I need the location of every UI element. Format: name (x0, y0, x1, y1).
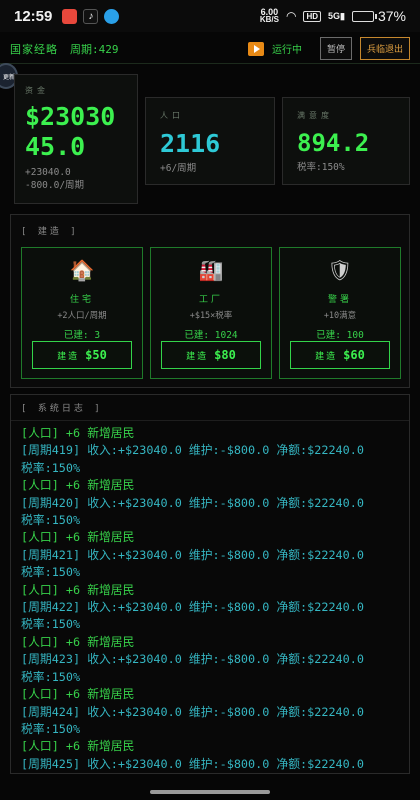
log-entry: [周期419] 收入:+$23040.0 维护:-$800.0 净额:$2224… (21, 443, 364, 458)
log-entry: 税率:150% (21, 721, 81, 736)
building-name: 警署 (327, 295, 352, 305)
population-label: 人口 (160, 111, 184, 120)
telegram-icon (104, 8, 120, 24)
population-value: 2116 (160, 129, 221, 158)
build-panel: [ 建造 ] 🏠 住宅 +2人口/周期 已建: 3 建造 $50 🏭 工厂 +$1… (10, 214, 410, 388)
log-entry: [周期423] 收入:+$23040.0 维护:-$800.0 净额:$2224… (21, 652, 364, 667)
building-count: 已建: 1024 (184, 330, 238, 341)
notification-icons: ♪ (62, 8, 120, 24)
status-bar: 12:59 ♪ 6.00 KB/S ◠ HD 5G▮ 37% (0, 0, 420, 32)
battery-icon (351, 10, 377, 22)
building-name: 住宅 (69, 295, 94, 305)
log-entry: [周期424] 收入:+$23040.0 维护:-$800.0 净额:$2224… (21, 704, 364, 719)
build-factory-button[interactable]: 建造 $80 (161, 341, 261, 369)
log-entry: [周期421] 收入:+$23040.0 维护:-$800.0 净额:$2224… (21, 547, 364, 562)
log-entry: 税率:150% (21, 669, 81, 684)
log-list: [人口] +6 新增居民 [周期419] 收入:+$23040.0 维护:-$80… (11, 421, 409, 774)
play-icon[interactable] (247, 41, 264, 56)
building-effect: +$15×税率 (189, 311, 233, 321)
battery-indicator: 37% (351, 8, 406, 24)
network-speed: 6.00 KB/S (259, 7, 279, 24)
build-header: [ 建造 ] (21, 227, 79, 237)
log-entry: 税率:150% (21, 773, 399, 774)
building-effect: +2人口/周期 (57, 311, 107, 321)
game-header: 国家经略 周期:429 运行中 暂停 兵临退出 (0, 34, 420, 64)
build-card-house: 🏠 住宅 +2人口/周期 已建: 3 建造 $50 (21, 247, 143, 379)
log-entry: [人口] +6 新增居民 (21, 582, 135, 597)
tax-rate: 税率:150% (297, 162, 345, 173)
build-card-police: 🛡 警署 +10满意 已建: 100 建造 $60 (279, 247, 401, 379)
factory-icon: 🏭 (198, 258, 224, 282)
building-effect: +10满意 (323, 311, 357, 321)
notification-app-icon (62, 8, 78, 24)
funds-value: $23030 45.0 (25, 102, 116, 161)
population-card: 人口 2116 +6/周期 (145, 97, 275, 185)
building-count: 已建: 100 (316, 330, 364, 341)
funds-income: +23040.0 (25, 167, 71, 178)
log-entry: [人口] +6 新增居民 (21, 530, 135, 545)
log-header: [ 系统日志 ] (11, 395, 409, 421)
building-name: 工厂 (198, 295, 223, 305)
satisfaction-value: 894.2 (297, 129, 370, 157)
cashout-button[interactable]: 兵临退出 (359, 37, 410, 60)
log-entry: [人口] +6 新增居民 (21, 739, 135, 754)
shield-icon: 🛡 (327, 258, 353, 282)
build-police-button[interactable]: 建造 $60 (290, 341, 390, 369)
log-entry: [周期425] 收入:+$23040.0 维护:-$800.0 净额:$2224… (21, 756, 364, 771)
build-house-button[interactable]: 建造 $50 (32, 341, 132, 369)
log-entry: 税率:150% (21, 513, 81, 528)
log-entry: [人口] +6 新增居民 (21, 426, 135, 440)
log-entry: [周期420] 收入:+$23040.0 维护:-$800.0 净额:$2224… (21, 495, 364, 510)
hd-badge: HD (303, 10, 321, 22)
wifi-icon: ◠ (285, 9, 297, 23)
game-title: 国家经略 (10, 42, 58, 56)
log-entry: [周期422] 收入:+$23040.0 维护:-$800.0 净额:$2224… (21, 600, 364, 615)
pause-button[interactable]: 暂停 (319, 37, 352, 60)
signal-icon: 5G▮ (328, 10, 345, 21)
building-count: 已建: 3 (63, 330, 101, 341)
log-entry: [人口] +6 新增居民 (21, 478, 135, 493)
status-time: 12:59 (14, 7, 53, 25)
battery-percent: 37% (377, 8, 406, 24)
satisfaction-card: 满意度 894.2 税率:150% (282, 97, 410, 185)
log-entry: 税率:150% (21, 460, 81, 475)
log-entry: [人口] +6 新增居民 (21, 687, 135, 702)
log-entry: 税率:150% (21, 565, 81, 580)
satisfaction-label: 满意度 (297, 111, 333, 120)
system-log-panel[interactable]: [ 系统日志 ] [人口] +6 新增居民 [周期419] 收入:+$23040.… (10, 394, 410, 774)
house-icon: 🏠 (69, 258, 95, 282)
log-entry: 税率:150% (21, 617, 81, 632)
build-card-factory: 🏭 工厂 +$15×税率 已建: 1024 建造 $80 (150, 247, 272, 379)
home-indicator[interactable] (150, 790, 270, 794)
funds-card: 资金 $23030 45.0 +23040.0 -800.0/周期 (14, 74, 138, 204)
running-status: 运行中 (271, 45, 302, 56)
funds-expense: -800.0/周期 (25, 180, 85, 191)
tiktok-icon: ♪ (83, 8, 99, 24)
funds-label: 资金 (25, 86, 49, 95)
period-counter: 周期:429 (70, 42, 119, 56)
population-delta: +6/周期 (160, 163, 197, 174)
log-entry: [人口] +6 新增居民 (21, 634, 135, 649)
